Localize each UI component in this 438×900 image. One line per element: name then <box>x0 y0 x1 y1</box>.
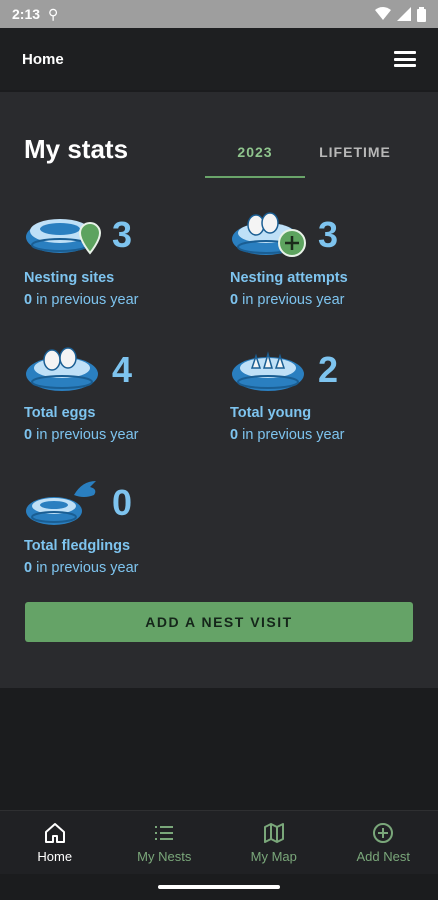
nest-eggs-icon <box>24 340 106 400</box>
nest-young-icon <box>230 340 312 400</box>
stats-tabs: 2023 LIFETIME <box>205 144 405 178</box>
stat-label: Nesting sites <box>24 270 115 286</box>
stat-label: Total fledglings <box>24 538 131 554</box>
nav-add-nest[interactable]: Add Nest <box>329 811 438 874</box>
nest-eggs-plus-icon <box>230 205 312 265</box>
notification-icon: ⚲ <box>48 5 59 22</box>
stat-label: Total eggs <box>24 405 96 421</box>
app-bar: Home <box>0 28 438 90</box>
battery-icon <box>417 6 426 22</box>
nest-fledgling-icon <box>24 473 106 533</box>
stat-nesting-sites: 3 Nesting sites 0 in previous year <box>24 202 224 308</box>
nav-label: Add Nest <box>356 849 410 864</box>
map-icon <box>263 823 284 843</box>
stat-nesting-attempts: 3 Nesting attempts 0 in previous year <box>230 202 430 308</box>
list-icon <box>155 826 174 840</box>
stat-previous: 0 in previous year <box>230 427 345 443</box>
nest-pin-icon <box>24 205 106 265</box>
nav-label: Home <box>37 849 73 864</box>
stat-previous: 0 in previous year <box>230 292 345 308</box>
nav-my-map[interactable]: My Map <box>219 811 329 874</box>
nav-my-nests[interactable]: My Nests <box>110 811 220 874</box>
tab-2023[interactable]: 2023 <box>205 144 305 178</box>
gesture-bar <box>0 874 438 900</box>
home-gesture-handle[interactable] <box>158 885 280 889</box>
stat-previous: 0 in previous year <box>24 427 139 443</box>
stat-value: 0 <box>112 482 133 523</box>
stats-card: My stats 2023 LIFETIME 3 Nesting sites 0… <box>0 92 438 688</box>
stat-total-young: 2 Total young 0 in previous year <box>230 337 430 443</box>
wifi-icon <box>375 7 391 20</box>
stat-previous: 0 in previous year <box>24 292 139 308</box>
stat-value: 2 <box>318 349 339 390</box>
add-circle-icon <box>373 823 394 843</box>
nav-home[interactable]: Home <box>0 811 110 874</box>
status-icons <box>375 6 426 22</box>
stat-previous: 0 in previous year <box>24 560 139 576</box>
stats-title: My stats <box>24 134 129 164</box>
home-icon <box>44 823 65 843</box>
nav-label: My Nests <box>137 849 192 864</box>
bottom-nav: Home My Nests My Map Add Nest <box>0 810 438 874</box>
stat-label: Nesting attempts <box>230 270 348 286</box>
menu-icon[interactable] <box>394 51 416 67</box>
stat-label: Total young <box>230 405 312 421</box>
status-time: 2:13 <box>12 6 41 22</box>
status-bar: 2:13 ⚲ <box>0 0 438 28</box>
tab-lifetime[interactable]: LIFETIME <box>305 144 405 178</box>
nav-label: My Map <box>250 849 297 864</box>
stat-total-eggs: 4 Total eggs 0 in previous year <box>24 337 224 443</box>
add-nest-visit-button[interactable]: ADD A NEST VISIT <box>25 602 413 642</box>
stat-value: 3 <box>318 214 339 255</box>
stat-total-fledglings: 0 Total fledglings 0 in previous year <box>24 470 224 576</box>
signal-icon <box>397 7 411 21</box>
stat-value: 4 <box>112 349 133 390</box>
stat-value: 3 <box>112 214 133 255</box>
app-bar-title: Home <box>22 50 64 68</box>
